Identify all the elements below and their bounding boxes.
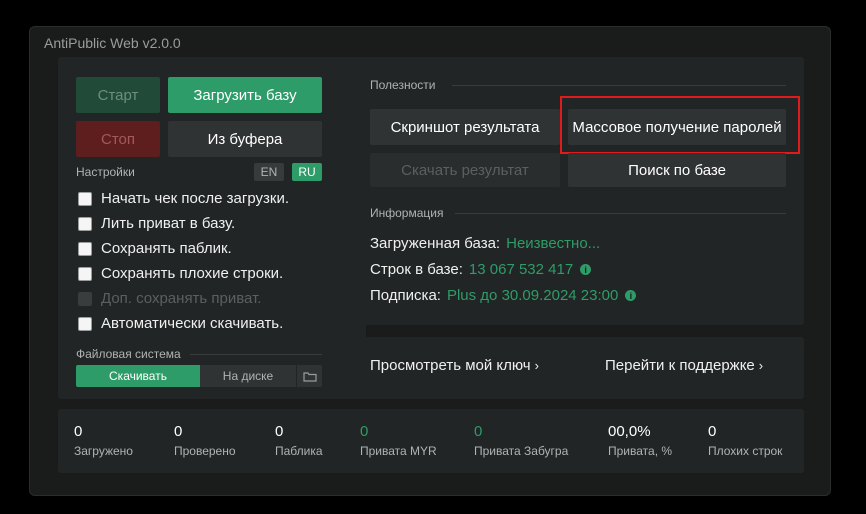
filesystem-label: Файловая система <box>76 347 181 361</box>
checkbox[interactable] <box>78 316 92 331</box>
divider <box>452 85 786 86</box>
option-push-private[interactable]: Лить приват в базу. <box>78 215 235 232</box>
stat-private-abroad: 0 Привата Забугра <box>474 423 568 458</box>
stats-panel: 0 Загружено 0 Проверено 0 Паблика 0 Прив… <box>58 409 804 473</box>
option-save-bad-rows[interactable]: Сохранять плохие строки. <box>78 265 283 282</box>
utilities-panel: Полезности Скриншот результата Массовое … <box>352 57 804 325</box>
option-extra-save-private: Доп. сохранять приват. <box>78 290 261 307</box>
checkbox[interactable] <box>78 216 92 231</box>
stat-value: 0 <box>174 423 183 440</box>
stat-value: 0 <box>708 423 717 440</box>
stat-label: Привата Забугра <box>474 444 569 458</box>
checkbox[interactable] <box>78 241 92 256</box>
settings-label: Настройки <box>76 165 135 179</box>
utilities-label: Полезности <box>370 78 436 92</box>
option-label: Начать чек после загрузки. <box>101 190 289 207</box>
option-label: Лить приват в базу. <box>101 215 236 232</box>
option-save-public[interactable]: Сохранять паблик. <box>78 240 232 257</box>
app-window: AntiPublic Web v2.0.0 Старт Загрузить ба… <box>29 26 831 496</box>
option-label: Доп. сохранять приват. <box>101 290 262 307</box>
loaded-db-value: Неизвестно... <box>506 235 601 252</box>
stat-label: Привата, % <box>608 444 673 458</box>
rows-row: Строк в базе: 13 067 532 417 i <box>370 261 592 278</box>
folder-button[interactable] <box>296 365 322 387</box>
stat-value: 00,0% <box>608 423 651 440</box>
checkbox[interactable] <box>78 266 92 281</box>
link-label: Просмотреть мой ключ <box>370 357 531 374</box>
loaded-db-key: Загруженная база: <box>370 235 501 252</box>
link-label: Перейти к поддержке <box>605 357 755 374</box>
info-icon[interactable]: i <box>580 264 592 275</box>
info-icon[interactable]: i <box>625 290 637 301</box>
info-label: Информация <box>370 206 444 220</box>
fs-download-tab[interactable]: Скачивать <box>76 365 200 387</box>
stat-bad-rows: 0 Плохих строк <box>708 423 782 458</box>
control-panel: Старт Загрузить базу Стоп Из буфера Наст… <box>58 57 366 399</box>
option-label: Сохранять паблик. <box>101 240 232 257</box>
option-start-check[interactable]: Начать чек после загрузки. <box>78 190 289 207</box>
subscription-key: Подписка: <box>370 287 441 304</box>
search-database-button[interactable]: Поиск по базе <box>568 153 786 187</box>
lang-ru-button[interactable]: RU <box>292 163 322 181</box>
stat-label: Паблика <box>275 444 323 458</box>
stat-private-myr: 0 Привата MYR <box>360 423 437 458</box>
subscription-value: Plus до 30.09.2024 23:00 <box>446 287 619 304</box>
rows-value: 13 067 532 417 <box>468 261 574 278</box>
start-button[interactable]: Старт <box>76 77 160 113</box>
option-label: Автоматически скачивать. <box>101 315 284 332</box>
divider <box>190 354 322 355</box>
lang-en-button[interactable]: EN <box>254 163 284 181</box>
stat-loaded: 0 Загружено <box>74 423 133 458</box>
links-panel: Просмотреть мой ключ › Перейти к поддерж… <box>352 337 804 399</box>
chevron-right-icon: › <box>758 358 764 373</box>
chevron-right-icon: › <box>534 358 539 373</box>
stat-label: Привата MYR <box>360 444 437 458</box>
download-result-button: Скачать результат <box>370 153 560 187</box>
view-my-key-link[interactable]: Просмотреть мой ключ › <box>370 357 539 374</box>
fs-disk-tab[interactable]: На диске <box>200 365 296 387</box>
highlight-box <box>560 96 800 154</box>
from-clipboard-button[interactable]: Из буфера <box>168 121 322 157</box>
loaded-db-row: Загруженная база: Неизвестно... <box>370 235 600 252</box>
go-to-support-link[interactable]: Перейти к поддержке › <box>605 357 763 374</box>
stat-value: 0 <box>74 423 83 440</box>
folder-icon <box>302 371 317 382</box>
stat-label: Плохих строк <box>708 444 783 458</box>
window-title: AntiPublic Web v2.0.0 <box>44 35 181 51</box>
stop-button[interactable]: Стоп <box>76 121 160 157</box>
divider <box>455 213 786 214</box>
stat-label: Проверено <box>174 444 236 458</box>
rows-key: Строк в базе: <box>370 261 463 278</box>
option-label: Сохранять плохие строки. <box>101 265 284 282</box>
stat-value: 0 <box>360 423 369 440</box>
load-database-button[interactable]: Загрузить базу <box>168 77 322 113</box>
checkbox[interactable] <box>78 191 92 206</box>
stat-checked: 0 Проверено <box>174 423 236 458</box>
stat-private-percent: 00,0% Привата, % <box>608 423 672 458</box>
checkbox <box>78 291 92 306</box>
stat-value: 0 <box>275 423 284 440</box>
stat-label: Загружено <box>74 444 133 458</box>
stat-value: 0 <box>474 423 483 440</box>
stat-public: 0 Паблика <box>275 423 323 458</box>
option-auto-download[interactable]: Автоматически скачивать. <box>78 315 283 332</box>
subscription-row: Подписка: Plus до 30.09.2024 23:00 i <box>370 287 637 304</box>
screenshot-result-button[interactable]: Скриншот результата <box>370 109 560 145</box>
